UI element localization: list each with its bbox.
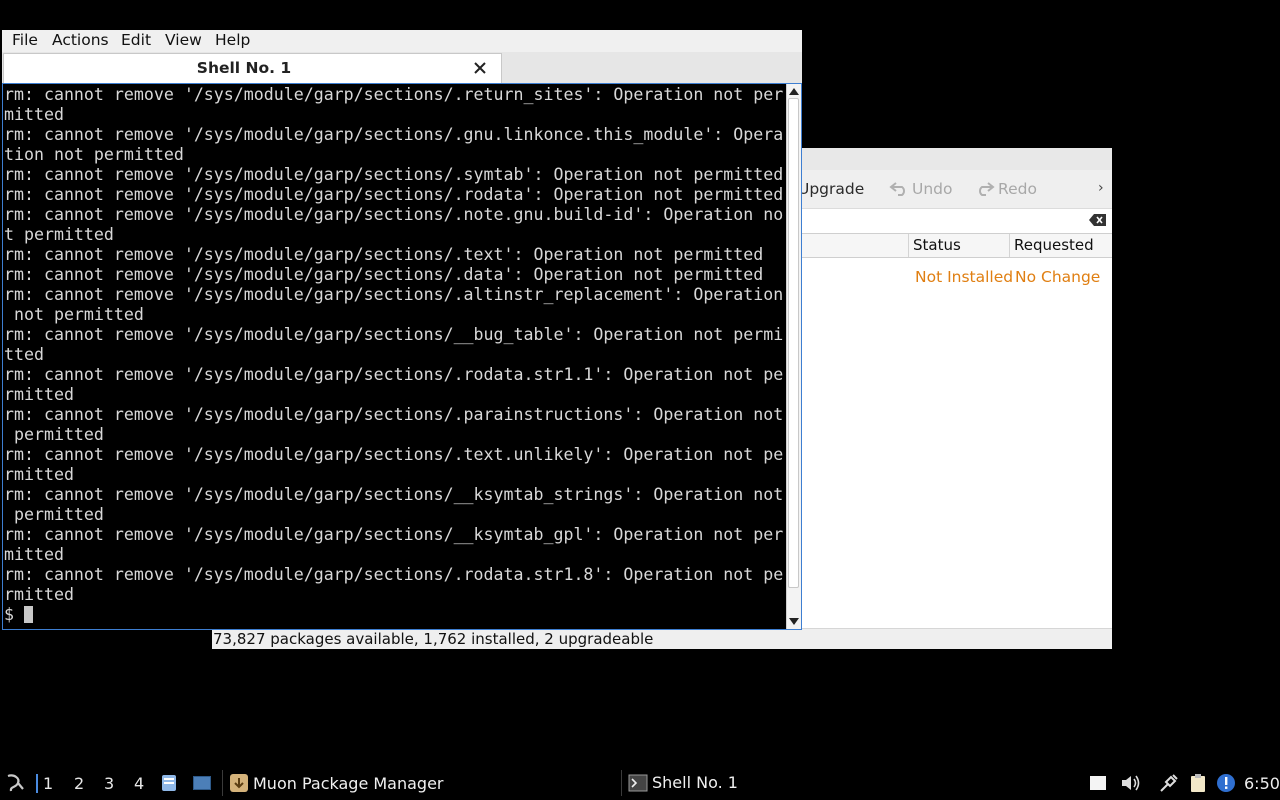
workspace-3[interactable]: 3 — [104, 774, 114, 793]
tab-shell-1[interactable]: Shell No. 1 — [3, 53, 502, 83]
file-manager-icon[interactable] — [160, 774, 178, 792]
terminal-line: mitted — [4, 545, 64, 564]
terminal-line: rm: cannot remove '/sys/module/garp/sect… — [4, 525, 784, 544]
column-header-requested[interactable]: Requested — [1009, 234, 1114, 257]
clear-search-icon[interactable] — [1089, 213, 1107, 227]
terminal-line: rm: cannot remove '/sys/module/garp/sect… — [4, 565, 784, 584]
terminal-line: rm: cannot remove '/sys/module/garp/sect… — [4, 405, 784, 424]
terminal-line: rm: cannot remove '/sys/module/garp/sect… — [4, 265, 764, 284]
scroll-thumb[interactable] — [788, 98, 799, 588]
menu-help[interactable]: Help — [215, 31, 250, 49]
clock[interactable]: 6:50 — [1244, 774, 1280, 793]
terminal-line: rm: cannot remove '/sys/module/garp/sect… — [4, 165, 784, 184]
taskbar: 1 2 3 4 Muon Package Manager Shell No. 1… — [0, 766, 1280, 800]
terminal-line: rmitted — [4, 385, 74, 404]
network-icon[interactable] — [1158, 773, 1180, 793]
update-notifier-icon[interactable] — [1216, 773, 1236, 793]
package-requested-cell[interactable]: No Change — [1015, 268, 1100, 286]
terminal-line: tted — [4, 345, 44, 364]
terminal-line: rm: cannot remove '/sys/module/garp/sect… — [4, 325, 784, 344]
package-status-cell[interactable]: Not Installed — [915, 268, 1013, 286]
terminal-line: rm: cannot remove '/sys/module/garp/sect… — [4, 85, 784, 104]
terminal-line: rm: cannot remove '/sys/module/garp/sect… — [4, 485, 784, 504]
terminal-line: rm: cannot remove '/sys/module/garp/sect… — [4, 245, 764, 264]
task-muon-package-manager[interactable]: Muon Package Manager — [229, 773, 444, 793]
muon-status-bar: 73,827 packages available, 1,762 install… — [212, 628, 1112, 649]
redo-icon — [979, 182, 995, 196]
terminal-output: rm: cannot remove '/sys/module/garp/sect… — [4, 85, 784, 625]
app-menu-icon[interactable] — [4, 772, 26, 794]
terminal-line: rmitted — [4, 585, 74, 604]
volume-icon[interactable] — [1120, 773, 1142, 793]
task-shell-no-1[interactable]: Shell No. 1 — [628, 773, 738, 792]
close-tab-icon[interactable] — [473, 61, 487, 75]
workspace-2[interactable]: 2 — [74, 774, 84, 793]
package-manager-icon — [230, 774, 248, 792]
undo-icon — [889, 182, 905, 196]
terminal-line: permitted — [4, 505, 104, 524]
text-cursor — [23, 606, 33, 623]
terminal-line: rm: cannot remove '/sys/module/garp/sect… — [4, 125, 784, 144]
package-count-status: 73,827 packages available, 1,762 install… — [213, 630, 654, 648]
terminal-line: rm: cannot remove '/sys/module/garp/sect… — [4, 205, 784, 224]
terminal-scrollbar[interactable] — [786, 84, 801, 629]
menu-actions[interactable]: Actions — [52, 31, 109, 49]
menu-view[interactable]: View — [165, 31, 202, 49]
terminal-line: rm: cannot remove '/sys/module/garp/sect… — [4, 185, 784, 204]
terminal-icon — [628, 774, 648, 792]
workspace-1[interactable]: 1 — [36, 774, 53, 793]
terminal-console[interactable]: rm: cannot remove '/sys/module/garp/sect… — [2, 83, 802, 630]
terminal-output-lines: rm: cannot remove '/sys/module/garp/sect… — [4, 85, 783, 604]
redo-button[interactable]: Redo — [974, 178, 1037, 200]
terminal-prompt: $ — [4, 605, 24, 624]
terminal-line: rmitted — [4, 465, 74, 484]
scroll-down-arrow-icon[interactable] — [789, 618, 799, 626]
undo-button[interactable]: Undo — [888, 178, 953, 200]
workspace-4[interactable]: 4 — [134, 774, 144, 793]
terminal-line: not permitted — [4, 305, 144, 324]
terminal-window: File Actions Edit View Help Shell No. 1 … — [2, 30, 802, 630]
tab-title: Shell No. 1 — [196, 59, 292, 77]
column-header-status[interactable]: Status — [908, 234, 1007, 257]
upgrade-button[interactable]: Upgrade — [798, 178, 864, 200]
terminal-line: t permitted — [4, 225, 114, 244]
terminal-line: tion not permitted — [4, 145, 184, 164]
show-desktop-icon[interactable] — [192, 774, 212, 792]
terminal-tabbar: Shell No. 1 — [2, 52, 802, 84]
terminal-line: rm: cannot remove '/sys/module/garp/sect… — [4, 365, 784, 384]
terminal-line: rm: cannot remove '/sys/module/garp/sect… — [4, 285, 784, 304]
terminal-line: mitted — [4, 105, 64, 124]
scroll-up-arrow-icon[interactable] — [789, 87, 799, 95]
notes-icon[interactable] — [1088, 774, 1108, 792]
menu-edit[interactable]: Edit — [121, 31, 151, 49]
toolbar-overflow-button[interactable]: › — [1098, 177, 1104, 199]
clipboard-icon[interactable] — [1188, 773, 1208, 793]
terminal-line: rm: cannot remove '/sys/module/garp/sect… — [4, 445, 784, 464]
terminal-line: permitted — [4, 425, 104, 444]
terminal-menubar: File Actions Edit View Help — [2, 30, 802, 52]
menu-file[interactable]: File — [12, 31, 38, 49]
